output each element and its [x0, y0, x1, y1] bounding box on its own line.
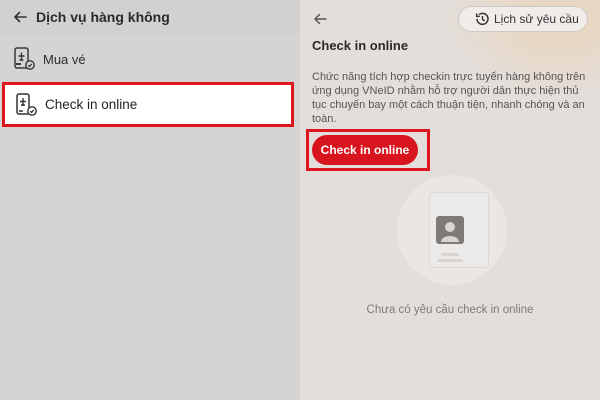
left-panel: Dịch vụ hàng không Mua vé Check in onlin: [0, 0, 300, 400]
left-header: Dịch vụ hàng không: [0, 0, 300, 34]
description-text: Chức năng tích hợp checkin trực tuyến hà…: [312, 71, 586, 125]
phone-plane-check-icon: [14, 92, 38, 118]
menu-item-mua-ve[interactable]: Mua vé: [0, 40, 300, 78]
history-button-label: Lịch sử yêu cầu: [494, 12, 579, 26]
page-title: Dịch vụ hàng không: [36, 9, 170, 25]
user-avatar-icon: [436, 216, 464, 244]
menu-item-label: Check in online: [45, 97, 138, 112]
empty-state-line: [441, 253, 459, 256]
menu-item-label: Mua vé: [43, 51, 86, 67]
history-button[interactable]: Lịch sử yêu cầu: [458, 6, 588, 32]
menu-item-check-in-online[interactable]: Check in online: [2, 82, 294, 127]
right-panel: Lịch sử yêu cầu Check in online Chức năn…: [300, 0, 600, 400]
empty-state-line: [437, 259, 463, 262]
check-in-online-button[interactable]: Check in online: [312, 135, 418, 165]
section-title: Check in online: [312, 38, 409, 53]
back-arrow-icon[interactable]: [310, 9, 330, 29]
ticket-plane-icon: [12, 46, 36, 72]
back-arrow-icon[interactable]: [10, 7, 30, 27]
history-clock-icon: [474, 11, 490, 27]
empty-state-text: Chưa có yêu cầu check in online: [366, 304, 534, 316]
